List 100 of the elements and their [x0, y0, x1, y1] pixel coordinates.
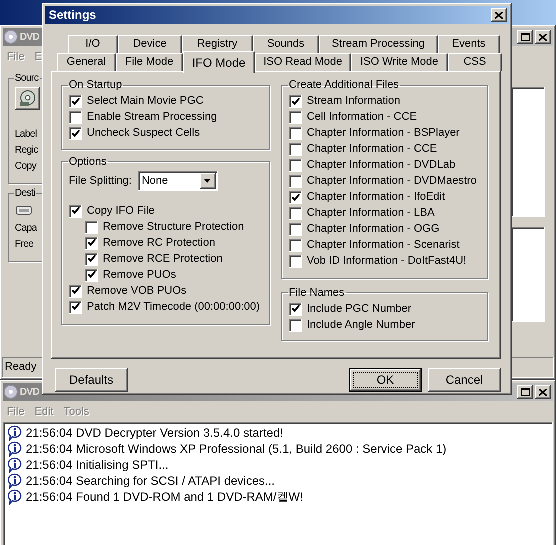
- maximize-icon: [520, 388, 530, 396]
- info-icon: [7, 425, 23, 441]
- checkbox[interactable]: [289, 255, 302, 268]
- checkbox-label: Chapter Information - CCE: [307, 142, 438, 158]
- field-label: Free: [15, 238, 34, 252]
- tab[interactable]: IFO Mode: [183, 51, 255, 73]
- checkbox[interactable]: [289, 191, 302, 204]
- checkbox[interactable]: [289, 143, 302, 156]
- checkbox[interactable]: [69, 300, 82, 314]
- checkbox-label: Cell Information - CCE: [307, 110, 418, 126]
- tab[interactable]: ISO Read Mode: [255, 53, 351, 71]
- tab[interactable]: File Mode: [116, 53, 183, 71]
- checkbox-label: Copy IFO File: [87, 204, 155, 219]
- checkbox[interactable]: [289, 159, 302, 172]
- group-title: File Names: [288, 286, 346, 300]
- close-button[interactable]: [535, 30, 551, 44]
- disc-icon: [4, 385, 18, 399]
- checkbox-label: Chapter Information - DVDMaestro: [307, 174, 477, 190]
- checkbox-label: Chapter Information - IfoEdit: [307, 190, 446, 206]
- info-icon: [7, 489, 23, 505]
- disc-icon: [4, 30, 18, 44]
- tab[interactable]: CSS: [448, 53, 502, 71]
- checkbox-label: Remove PUOs: [103, 268, 176, 283]
- checkbox[interactable]: [289, 175, 302, 188]
- group-title: Options: [68, 154, 108, 170]
- checkbox[interactable]: [69, 95, 82, 108]
- window-title: DVD: [20, 386, 40, 400]
- checkbox[interactable]: [289, 318, 302, 332]
- maximize-icon: [520, 33, 530, 41]
- dialog-button[interactable]: OK: [349, 368, 422, 392]
- tab[interactable]: Sounds: [253, 35, 319, 53]
- checkbox-label: Enable Stream Processing: [87, 110, 218, 126]
- field-label: Capa: [15, 222, 37, 236]
- checkbox[interactable]: [85, 236, 98, 250]
- caret-icon: [204, 179, 212, 183]
- tab[interactable]: ISO Write Mode: [351, 53, 448, 71]
- close-icon: [495, 12, 503, 18]
- file-splitting-dropdown[interactable]: None: [138, 171, 218, 191]
- info-icon: [7, 457, 23, 473]
- checkbox-label: Select Main Movie PGC: [87, 94, 204, 110]
- field-label: Regic: [15, 144, 38, 158]
- close-icon: [539, 388, 547, 396]
- checkbox-label: Chapter Information - OGG: [307, 222, 440, 238]
- checkbox[interactable]: [289, 95, 302, 108]
- checkbox[interactable]: [85, 220, 98, 234]
- close-button[interactable]: [491, 8, 507, 22]
- checkbox[interactable]: [289, 111, 302, 124]
- log-entry: 21:56:04 Found 1 DVD-ROM and 1 DVD-RAM/켙W!: [26, 489, 304, 506]
- info-icon: [7, 473, 23, 489]
- checkbox[interactable]: [289, 223, 302, 236]
- close-button[interactable]: [535, 385, 551, 399]
- checkbox-label: Chapter Information - LBA: [307, 206, 435, 222]
- checkbox-label: Remove RCE Protection: [103, 252, 223, 267]
- checkbox[interactable]: [69, 127, 82, 140]
- checkbox[interactable]: [69, 284, 82, 298]
- info-icon: [7, 441, 23, 457]
- checkbox-label: Patch M2V Timecode (00:00:00:00): [87, 300, 260, 315]
- log-entry: 21:56:04 Initialising SPTI...: [26, 457, 169, 474]
- maximize-button[interactable]: [517, 385, 533, 399]
- group-title: Sourc: [14, 72, 40, 86]
- log-entry: 21:56:04 Microsoft Windows XP Professional (5.1, Build 2600 : Service Pack 1): [26, 441, 447, 458]
- drive-icon: [16, 206, 32, 215]
- tab[interactable]: General: [57, 53, 116, 71]
- checkbox[interactable]: [289, 239, 302, 252]
- checkbox-label: Remove RC Protection: [103, 236, 216, 251]
- log-entry: 21:56:04 DVD Decrypter Version 3.5.4.0 started!: [26, 425, 284, 442]
- checkbox-label: Vob ID Information - DoItFast4U!: [307, 254, 467, 270]
- dialog-button[interactable]: Cancel: [428, 368, 501, 392]
- field-label: Label: [15, 128, 37, 142]
- close-icon: [539, 34, 547, 40]
- window-title: Settings: [49, 7, 96, 24]
- checkbox[interactable]: [289, 207, 302, 220]
- field-label: Copy: [15, 160, 36, 174]
- tab[interactable]: Events: [438, 35, 500, 53]
- drive-button[interactable]: [15, 87, 40, 110]
- checkbox-label: Chapter Information - Scenarist: [307, 238, 460, 254]
- checkbox[interactable]: [69, 111, 82, 124]
- tab[interactable]: I/O: [68, 35, 118, 53]
- checkbox-label: Include Angle Number: [307, 318, 416, 333]
- window-title: DVD: [20, 30, 40, 44]
- checkbox-label: Chapter Information - DVDLab: [307, 158, 456, 174]
- dialog-button[interactable]: Defaults: [55, 368, 128, 392]
- checkbox[interactable]: [69, 204, 82, 218]
- checkbox[interactable]: [85, 252, 98, 266]
- disc-drive-icon: [19, 90, 36, 107]
- group-title: Create Additional Files: [288, 78, 400, 93]
- checkbox-label: Include PGC Number: [307, 302, 412, 317]
- log-entry: 21:56:04 Searching for SCSI / ATAPI devices...: [26, 473, 276, 490]
- checkbox-label: Chapter Information - BSPlayer: [307, 126, 460, 142]
- group-title: On Startup: [68, 78, 124, 93]
- maximize-button[interactable]: [517, 30, 533, 44]
- checkbox[interactable]: [85, 268, 98, 282]
- checkbox[interactable]: [289, 302, 302, 316]
- status-text: Ready: [5, 360, 37, 376]
- tab[interactable]: Stream Processing: [319, 35, 438, 53]
- group-title: Desti: [14, 187, 36, 201]
- field-label: File Splitting:: [69, 174, 132, 189]
- checkbox-label: Stream Information: [307, 94, 401, 110]
- tab[interactable]: Device: [118, 35, 182, 53]
- checkbox[interactable]: [289, 127, 302, 140]
